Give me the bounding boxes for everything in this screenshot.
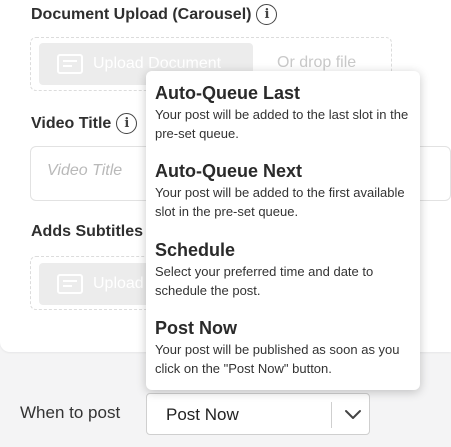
menu-item-title: Auto-Queue Next [155, 161, 303, 181]
menu-item-post-now[interactable]: Post Now Your post will be published as … [155, 317, 415, 378]
menu-item-title: Post Now [155, 318, 238, 338]
video-title-placeholder: Video Title [47, 162, 123, 179]
drop-file-text: Or drop file [277, 54, 357, 71]
info-icon[interactable]: i [116, 113, 138, 134]
menu-item-auto-queue-next[interactable]: Auto-Queue Next Your post will be added … [155, 160, 415, 221]
when-to-post-label: When to post [20, 403, 121, 422]
subtitles-label: Adds Subtitles [31, 223, 143, 241]
chevron-down-icon[interactable] [343, 404, 363, 424]
post-timing-menu: Auto-Queue Last Your post will be added … [146, 71, 420, 390]
menu-item-schedule[interactable]: Schedule Select your preferred time and … [155, 239, 415, 300]
subtitles-label-text: Adds Subtitles [31, 223, 144, 240]
menu-item-description: Your post will be added to the first ava… [155, 185, 405, 219]
document-upload-label: Document Upload (Carousel) i [31, 4, 278, 25]
document-upload-label-text: Document Upload (Carousel) [31, 5, 252, 23]
info-icon[interactable]: i [256, 4, 278, 25]
menu-item-description: Your post will be published as soon as y… [155, 342, 400, 376]
video-title-label-text: Video Title [31, 114, 112, 132]
menu-item-description: Select your preferred time and date to s… [155, 264, 374, 298]
document-icon [57, 54, 83, 74]
upload-subtitles-label: Upload [93, 275, 144, 292]
document-icon [57, 274, 83, 294]
menu-item-title: Schedule [155, 240, 236, 260]
when-to-post-select[interactable]: Post Now [146, 393, 370, 435]
select-divider [331, 402, 332, 428]
selected-value: Post Now [166, 405, 239, 424]
video-title-label: Video Title i [31, 113, 138, 134]
menu-item-auto-queue-last[interactable]: Auto-Queue Last Your post will be added … [155, 82, 415, 143]
menu-item-title: Auto-Queue Last [155, 83, 301, 103]
menu-item-description: Your post will be added to the last slot… [155, 107, 409, 141]
